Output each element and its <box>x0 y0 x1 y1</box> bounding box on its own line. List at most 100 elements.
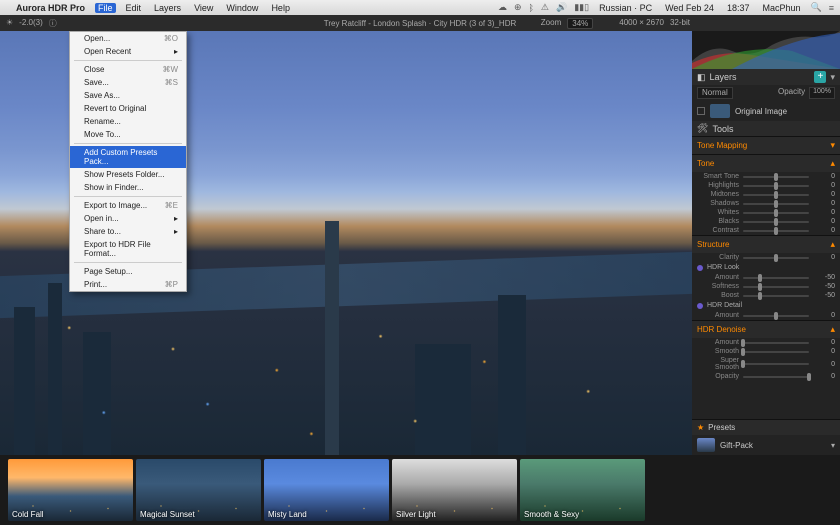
spotlight-icon[interactable]: 🔍 <box>811 2 822 13</box>
slider-track[interactable] <box>743 185 809 187</box>
menubar-user[interactable]: MacPhun <box>759 3 803 13</box>
slider-value: -50 <box>813 283 835 290</box>
menu-help[interactable]: Help <box>268 3 293 13</box>
slider-label: Opacity <box>697 373 739 380</box>
slider-value: 0 <box>813 254 835 261</box>
menu-file[interactable]: File <box>95 3 116 13</box>
menu-view[interactable]: View <box>191 3 216 13</box>
slider-track[interactable] <box>743 176 809 178</box>
opacity-value[interactable]: 100% <box>809 87 835 99</box>
slider-track[interactable] <box>743 351 809 353</box>
file-menu-item[interactable]: Share to...▸ <box>70 225 186 238</box>
slider-track[interactable] <box>743 363 809 365</box>
file-menu-item[interactable]: Revert to Original <box>70 102 186 115</box>
slider-track[interactable] <box>743 376 809 378</box>
slider-track[interactable] <box>743 230 809 232</box>
menu-window[interactable]: Window <box>223 3 261 13</box>
file-menu-item[interactable]: Save As... <box>70 89 186 102</box>
tools-icon: 🛠 <box>697 123 708 134</box>
slider-track[interactable] <box>743 295 809 297</box>
preset-filmstrip: Cold Fall Magical Sunset Misty Land Silv… <box>0 455 840 525</box>
file-menu-item[interactable]: Page Setup... <box>70 265 186 278</box>
slider-track[interactable] <box>743 212 809 214</box>
slider-track[interactable] <box>743 277 809 279</box>
slider-value: 0 <box>813 312 835 319</box>
preset-thumbnail[interactable]: Smooth & Sexy <box>520 459 645 521</box>
file-menu-item[interactable]: Open Recent▸ <box>70 45 186 58</box>
blend-mode-select[interactable]: Normal <box>697 87 733 99</box>
slider-value: 0 <box>813 348 835 355</box>
airdrop-icon[interactable]: ⊕ <box>514 2 522 13</box>
slider-track[interactable] <box>743 194 809 196</box>
file-menu-item[interactable]: Save...⌘S <box>70 76 186 89</box>
slider-value: 0 <box>813 191 835 198</box>
presets-bar[interactable]: ★ Presets <box>692 419 840 435</box>
menu-edit[interactable]: Edit <box>123 3 145 13</box>
menu-layers[interactable]: Layers <box>151 3 184 13</box>
app-toolbar: ☀︎ -2.0(3) ⓘ Trey Ratcliff - London Spla… <box>0 15 840 31</box>
menubar-time[interactable]: 18:37 <box>724 3 753 13</box>
input-source[interactable]: Russian · PC <box>596 3 655 13</box>
file-menu-item[interactable]: Show in Finder... <box>70 181 186 194</box>
slider-value: 0 <box>813 182 835 189</box>
preset-thumbnail[interactable]: Silver Light <box>392 459 517 521</box>
preset-thumbnail[interactable]: Cold Fall <box>8 459 133 521</box>
file-menu-item[interactable]: Export to HDR File Format... <box>70 238 186 260</box>
file-menu-item[interactable]: Print...⌘P <box>70 278 186 291</box>
layer-visibility-checkbox[interactable] <box>697 107 705 115</box>
file-menu-item[interactable]: Rename... <box>70 115 186 128</box>
structure-header[interactable]: Structure▴ <box>692 235 840 253</box>
tone-header[interactable]: Tone▴ <box>692 154 840 172</box>
file-menu-item[interactable]: Export to Image...⌘E <box>70 199 186 212</box>
wifi-icon[interactable]: ⚠︎ <box>541 2 549 13</box>
notification-icon[interactable]: ≡ <box>829 3 834 13</box>
slider-track[interactable] <box>743 221 809 223</box>
slider-label: Blacks <box>697 218 739 225</box>
slider-row: Super Smooth 0 <box>692 356 840 372</box>
slider-track[interactable] <box>743 342 809 344</box>
add-layer-button[interactable]: + <box>814 71 826 83</box>
file-menu-item[interactable]: Add Custom Presets Pack... <box>70 146 186 168</box>
preset-thumbnail[interactable]: Magical Sunset <box>136 459 261 521</box>
file-menu-item[interactable]: Show Presets Folder... <box>70 168 186 181</box>
preset-thumbnail[interactable]: Misty Land <box>264 459 389 521</box>
file-menu-dropdown: Open...⌘OOpen Recent▸ Close⌘WSave...⌘SSav… <box>69 31 187 292</box>
app-name[interactable]: Aurora HDR Pro <box>13 3 88 13</box>
slider-track[interactable] <box>743 286 809 288</box>
battery-icon[interactable]: ▮▮▯ <box>574 2 589 13</box>
slider-track[interactable] <box>743 257 809 259</box>
volume-icon[interactable]: 🔊 <box>556 2 567 13</box>
layers-menu-icon[interactable]: ▾ <box>830 72 835 83</box>
bit-depth: 32-bit <box>670 18 690 29</box>
presets-label: Presets <box>708 423 735 432</box>
slider-row: Amount 0 <box>692 338 840 347</box>
zoom-value[interactable]: 34% <box>567 18 593 29</box>
slider-label: Softness <box>697 283 739 290</box>
slider-track[interactable] <box>743 203 809 205</box>
preset-name: Magical Sunset <box>140 510 195 519</box>
star-icon: ★ <box>697 423 704 432</box>
image-canvas[interactable]: Open...⌘OOpen Recent▸ Close⌘WSave...⌘SSav… <box>0 31 692 455</box>
preset-pack-selector[interactable]: Gift-Pack ▾ <box>692 435 840 455</box>
preset-name: Silver Light <box>396 510 436 519</box>
document-title: Trey Ratcliff - London Splash · City HDR… <box>324 19 517 28</box>
file-menu-item[interactable]: Move To... <box>70 128 186 141</box>
file-menu-item[interactable]: Open...⌘O <box>70 32 186 45</box>
tools-title: Tools <box>712 124 733 134</box>
slider-track[interactable] <box>743 315 809 317</box>
slider-label: Boost <box>697 292 739 299</box>
histogram[interactable] <box>692 31 840 69</box>
bluetooth-icon[interactable]: ᛒ <box>529 3 534 13</box>
file-menu-item[interactable]: Close⌘W <box>70 63 186 76</box>
cloud-icon[interactable]: ☁︎ <box>498 2 507 13</box>
exposure-icon[interactable]: ☀︎ <box>6 18 13 29</box>
preset-pack-name: Gift-Pack <box>720 441 753 450</box>
slider-value: 0 <box>813 373 835 380</box>
slider-row: Amount 0 <box>692 311 840 320</box>
tone-mapping-header[interactable]: Tone Mapping▾ <box>692 136 840 154</box>
info-icon[interactable]: ⓘ <box>49 18 57 29</box>
hdr-denoise-header[interactable]: HDR Denoise▴ <box>692 320 840 338</box>
file-menu-item[interactable]: Open in...▸ <box>70 212 186 225</box>
menubar-date[interactable]: Wed Feb 24 <box>662 3 717 13</box>
layer-row[interactable]: Original Image <box>692 101 840 121</box>
